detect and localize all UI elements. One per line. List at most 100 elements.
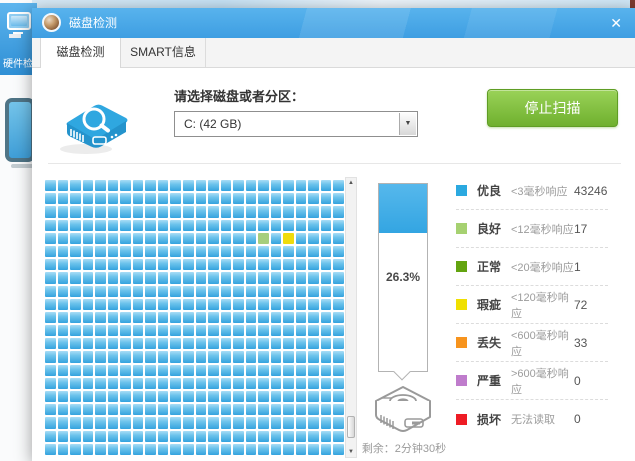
sector-cell <box>108 378 119 389</box>
sector-cell <box>158 246 169 257</box>
sector-cell <box>296 312 307 323</box>
sector-cell <box>183 391 194 402</box>
sector-cell <box>120 259 131 270</box>
sector-cell <box>258 286 269 297</box>
sector-cell <box>296 325 307 336</box>
sector-cell <box>108 365 119 376</box>
sector-cell <box>70 246 81 257</box>
sector-cell <box>258 391 269 402</box>
sector-cell <box>158 365 169 376</box>
sector-cell <box>83 180 94 191</box>
sector-cell <box>333 193 344 204</box>
sector-cell <box>333 351 344 362</box>
sector-cell <box>271 351 282 362</box>
sector-cell <box>258 233 269 244</box>
sector-cell <box>83 299 94 310</box>
sector-cell <box>221 193 232 204</box>
sector-cell <box>233 220 244 231</box>
sector-cell <box>296 286 307 297</box>
sector-cell <box>246 365 257 376</box>
legend-count: 72 <box>574 298 608 312</box>
sector-cell <box>208 338 219 349</box>
sector-cell <box>183 272 194 283</box>
sector-cell <box>196 338 207 349</box>
scroll-down-icon[interactable]: ▼ <box>346 449 356 455</box>
legend-count: 1 <box>574 260 608 274</box>
sector-cell <box>145 206 156 217</box>
sector-cell <box>308 351 319 362</box>
sector-cell <box>258 246 269 257</box>
tab-disk-check[interactable]: 磁盘检测 <box>40 38 121 68</box>
sector-cell <box>221 417 232 428</box>
scrollbar-thumb[interactable] <box>347 416 355 438</box>
sector-cell <box>308 417 319 428</box>
dialog-titlebar[interactable]: 磁盘检测 ✕ <box>32 8 635 38</box>
sector-cell <box>170 431 181 442</box>
sector-cell <box>283 431 294 442</box>
sector-cell <box>45 193 56 204</box>
sector-cell <box>83 286 94 297</box>
sector-cell <box>296 431 307 442</box>
sector-cell <box>321 325 332 336</box>
sector-cell <box>170 365 181 376</box>
monitor-stand <box>13 32 23 34</box>
sector-cell <box>158 431 169 442</box>
sector-cell <box>196 378 207 389</box>
grid-scrollbar[interactable]: ▲ ▼ <box>345 177 357 458</box>
app-icon <box>42 13 61 32</box>
progress-fill <box>379 184 427 233</box>
sector-cell <box>95 391 106 402</box>
sector-cell <box>208 351 219 362</box>
sector-cell <box>120 246 131 257</box>
sector-cell <box>321 391 332 402</box>
sector-cell <box>246 220 257 231</box>
sector-cell <box>308 180 319 191</box>
sector-cell <box>170 325 181 336</box>
sector-cell <box>308 286 319 297</box>
scroll-up-icon[interactable]: ▲ <box>346 180 356 186</box>
legend-count: 33 <box>574 336 608 350</box>
sector-cell <box>258 299 269 310</box>
sector-cell <box>208 365 219 376</box>
sector-cell <box>333 391 344 402</box>
stop-scan-button[interactable]: 停止扫描 <box>487 89 618 127</box>
screen: 硬件检测 磁盘检测 ✕ 磁盘检测 SMART信息 <box>0 0 635 461</box>
sector-cell <box>145 325 156 336</box>
legend-color-swatch <box>456 223 467 234</box>
sector-cell <box>321 338 332 349</box>
sector-cell <box>133 246 144 257</box>
sector-cell <box>196 259 207 270</box>
sector-cell <box>283 233 294 244</box>
sector-cell <box>108 299 119 310</box>
sector-cell <box>308 391 319 402</box>
sector-cell <box>321 312 332 323</box>
sector-cell <box>120 325 131 336</box>
sector-cell <box>233 206 244 217</box>
sector-cell <box>208 206 219 217</box>
sector-cell <box>183 378 194 389</box>
sector-cell <box>45 180 56 191</box>
legend-color-swatch <box>456 185 467 196</box>
sector-cell <box>133 259 144 270</box>
sector-cell <box>133 351 144 362</box>
sector-cell <box>296 338 307 349</box>
legend-description: <120毫秒响应 <box>511 289 574 321</box>
sector-cell <box>145 338 156 349</box>
tab-smart-info[interactable]: SMART信息 <box>121 38 206 67</box>
sector-cell <box>246 378 257 389</box>
disk-select[interactable]: C: (42 GB) ▼ <box>174 111 418 137</box>
sector-cell <box>308 193 319 204</box>
chevron-down-icon[interactable]: ▼ <box>399 113 416 135</box>
sector-cell <box>70 417 81 428</box>
sector-cell <box>45 338 56 349</box>
sector-cell <box>170 338 181 349</box>
sector-cell <box>196 365 207 376</box>
sector-cell <box>83 431 94 442</box>
sector-cell <box>95 444 106 455</box>
sector-cell <box>108 180 119 191</box>
sector-cell <box>321 351 332 362</box>
sector-cell <box>45 404 56 415</box>
sector-cell <box>183 299 194 310</box>
close-icon[interactable]: ✕ <box>610 8 622 38</box>
sector-cell <box>246 206 257 217</box>
